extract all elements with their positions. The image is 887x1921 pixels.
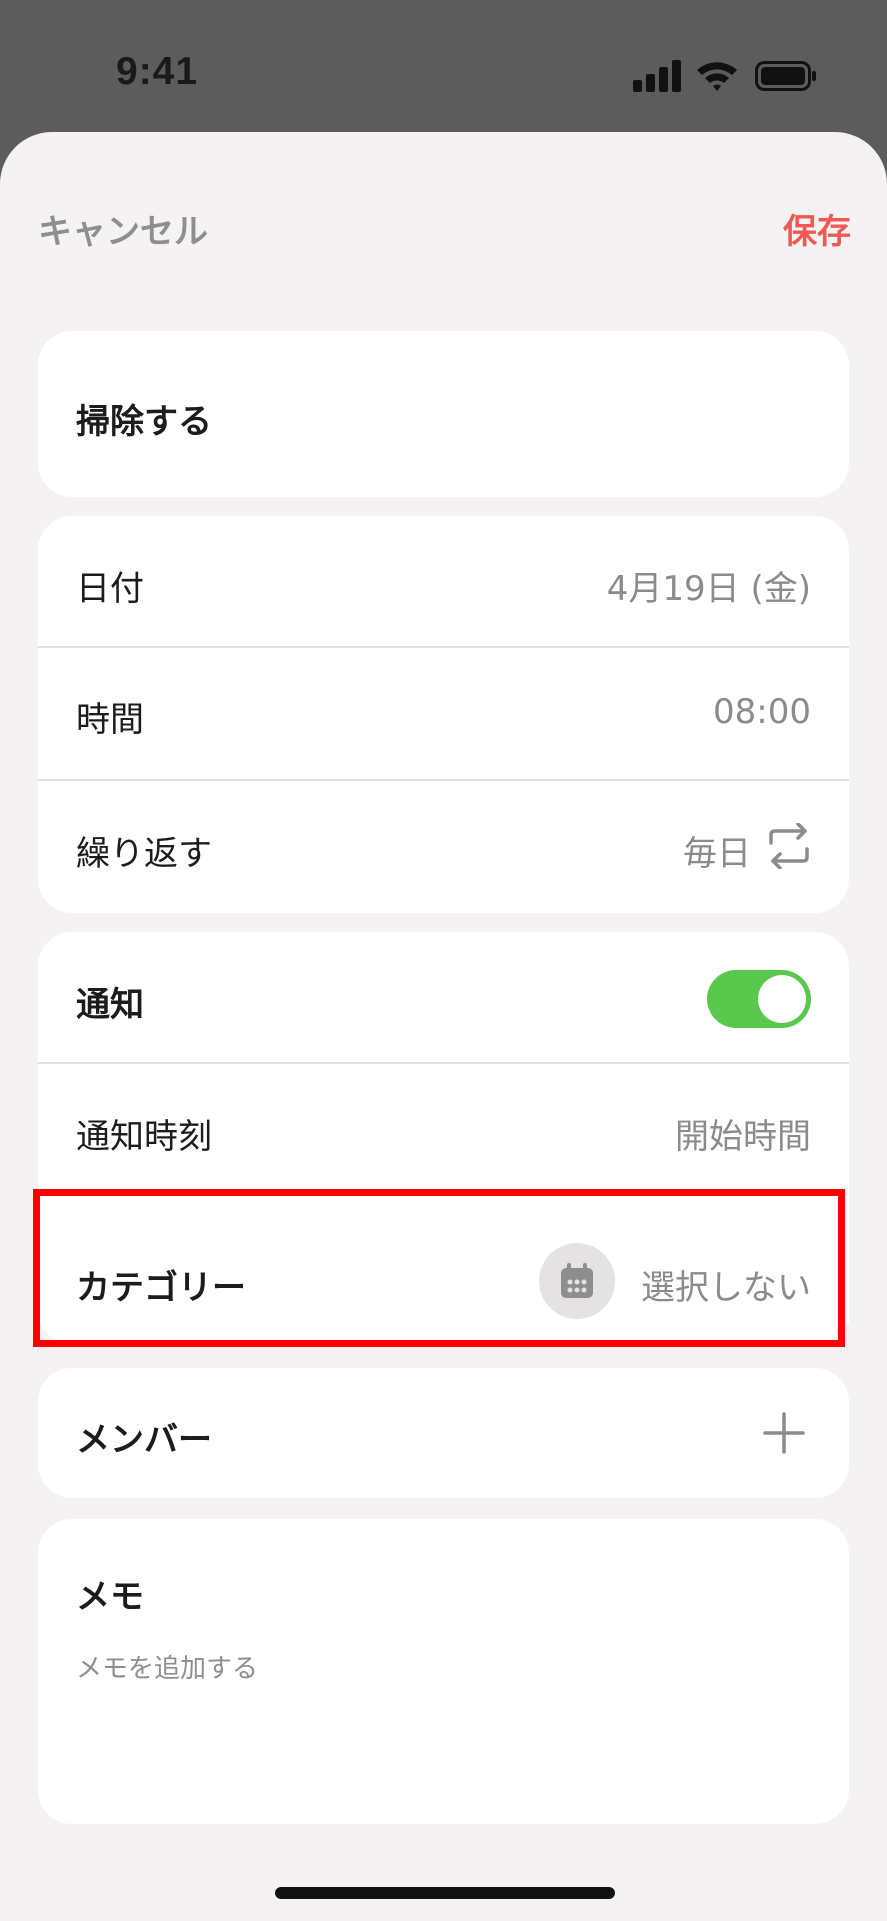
repeat-row[interactable]: 繰り返す 毎日 xyxy=(38,781,849,913)
cancel-button[interactable]: キャンセル xyxy=(38,204,208,253)
memo-card[interactable]: メモ メモを追加する xyxy=(38,1519,849,1824)
home-indicator xyxy=(275,1887,615,1899)
task-title-card[interactable]: 掃除する xyxy=(38,331,849,497)
repeat-label: 繰り返す xyxy=(76,834,212,874)
schedule-card: 日付 4月19日 (金) 時間 08:00 繰り返す 毎日 xyxy=(38,516,849,913)
edit-task-sheet: キャンセル 保存 掃除する 日付 4月19日 (金) 時間 08:00 繰り返す… xyxy=(0,132,887,1921)
status-time: 9:41 xyxy=(116,50,199,93)
wifi-icon xyxy=(697,62,737,91)
notification-toggle[interactable] xyxy=(707,970,811,1028)
notification-time-row[interactable]: 通知時刻 開始時間 xyxy=(38,1064,849,1194)
memo-input[interactable]: メモを追加する xyxy=(76,1648,258,1685)
cellular-signal-icon xyxy=(633,60,681,92)
toggle-knob xyxy=(758,975,806,1023)
time-value: 08:00 xyxy=(713,692,811,732)
date-label: 日付 xyxy=(76,569,144,609)
member-row[interactable]: メンバー xyxy=(38,1368,849,1498)
time-row[interactable]: 時間 08:00 xyxy=(38,648,849,779)
repeat-value: 毎日 xyxy=(683,834,751,874)
notification-row: 通知 xyxy=(38,932,849,1062)
notification-time-label: 通知時刻 xyxy=(76,1117,212,1157)
repeat-icon xyxy=(769,823,809,869)
save-button[interactable]: 保存 xyxy=(783,204,851,253)
battery-icon xyxy=(755,61,816,91)
notification-time-value: 開始時間 xyxy=(675,1117,811,1157)
highlight-frame xyxy=(33,1189,845,1347)
member-label: メンバー xyxy=(76,1420,212,1460)
date-value: 4月19日 (金) xyxy=(606,569,811,609)
task-title[interactable]: 掃除する xyxy=(76,394,212,443)
status-bar: 9:41 xyxy=(0,0,887,132)
date-row[interactable]: 日付 4月19日 (金) xyxy=(38,516,849,646)
plus-icon[interactable] xyxy=(763,1412,805,1454)
time-label: 時間 xyxy=(76,700,144,740)
notification-label: 通知 xyxy=(76,985,144,1025)
memo-label: メモ xyxy=(76,1577,144,1617)
